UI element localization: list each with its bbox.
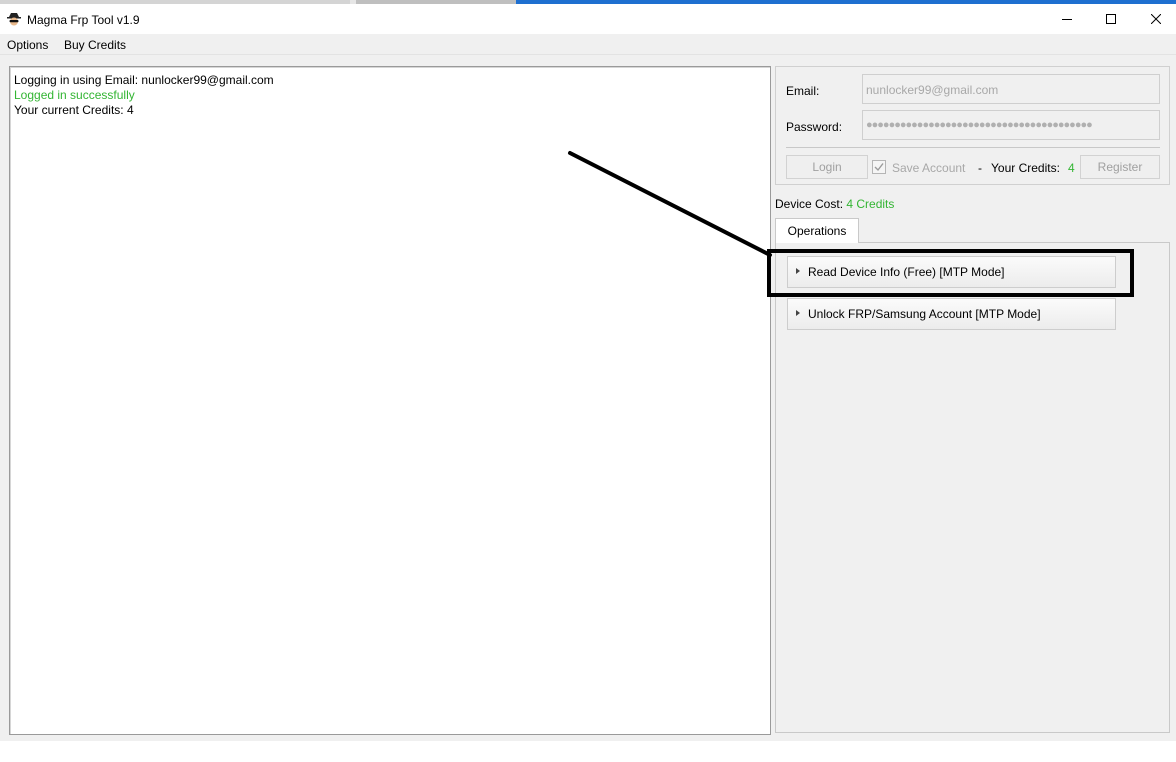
save-account-label: Save Account (892, 161, 966, 175)
close-icon (1151, 14, 1161, 24)
title-bar[interactable]: Magma Frp Tool v1.9 (0, 4, 1176, 34)
password-label: Password: (786, 120, 843, 134)
expand-arrow-icon (796, 268, 800, 274)
log-line-success: Logged in successfully (14, 88, 135, 102)
maximize-button[interactable] (1088, 4, 1134, 34)
separator-dash: - (978, 161, 982, 175)
menu-options[interactable]: Options (7, 38, 48, 52)
menu-bar: Options Buy Credits (0, 34, 1176, 55)
login-group: Email: nunlocker99@gmail.com Password: ●… (775, 66, 1170, 185)
app-spy-icon (6, 12, 22, 26)
account-and-operations-panel: Email: nunlocker99@gmail.com Password: ●… (775, 64, 1170, 733)
read-device-info-button[interactable]: Read Device Info (Free) [MTP Mode] (787, 256, 1116, 288)
password-field[interactable]: ●●●●●●●●●●●●●●●●●●●●●●●●●●●●●●●●●●●●●●●● (862, 110, 1160, 140)
device-cost: Device Cost: 4 Credits (775, 197, 894, 211)
divider (786, 147, 1160, 148)
email-field[interactable]: nunlocker99@gmail.com (862, 74, 1160, 104)
credits-label: Your Credits: (991, 161, 1060, 175)
log-output-panel[interactable]: Logging in using Email: nunlocker99@gmai… (9, 66, 771, 735)
expand-arrow-icon (796, 310, 800, 316)
tab-operations[interactable]: Operations (775, 218, 859, 243)
email-label: Email: (786, 84, 820, 98)
bottom-strip (0, 741, 1176, 762)
register-button[interactable]: Register (1080, 155, 1160, 179)
checkmark-icon (874, 163, 884, 172)
maximize-icon (1106, 14, 1116, 24)
main-window-body: Logging in using Email: nunlocker99@gmai… (0, 55, 1176, 741)
unlock-frp-button[interactable]: Unlock FRP/Samsung Account [MTP Mode] (787, 298, 1116, 330)
log-line: Logging in using Email: nunlocker99@gmai… (14, 73, 274, 87)
minimize-button[interactable] (1044, 4, 1090, 34)
close-button[interactable] (1133, 4, 1176, 34)
operation-label: Read Device Info (Free) [MTP Mode] (808, 265, 1005, 279)
minimize-icon (1062, 19, 1072, 20)
save-account-checkbox[interactable] (872, 160, 886, 174)
log-line: Your current Credits: 4 (14, 103, 134, 117)
device-cost-value: 4 Credits (846, 197, 895, 211)
operations-tab-panel: Read Device Info (Free) [MTP Mode] Unloc… (775, 242, 1170, 733)
login-button[interactable]: Login (786, 155, 868, 179)
window-title: Magma Frp Tool v1.9 (27, 13, 140, 27)
device-cost-label: Device Cost: (775, 197, 844, 211)
operation-label: Unlock FRP/Samsung Account [MTP Mode] (808, 307, 1041, 321)
menu-buy-credits[interactable]: Buy Credits (64, 38, 126, 52)
credits-value: 4 (1068, 161, 1075, 175)
